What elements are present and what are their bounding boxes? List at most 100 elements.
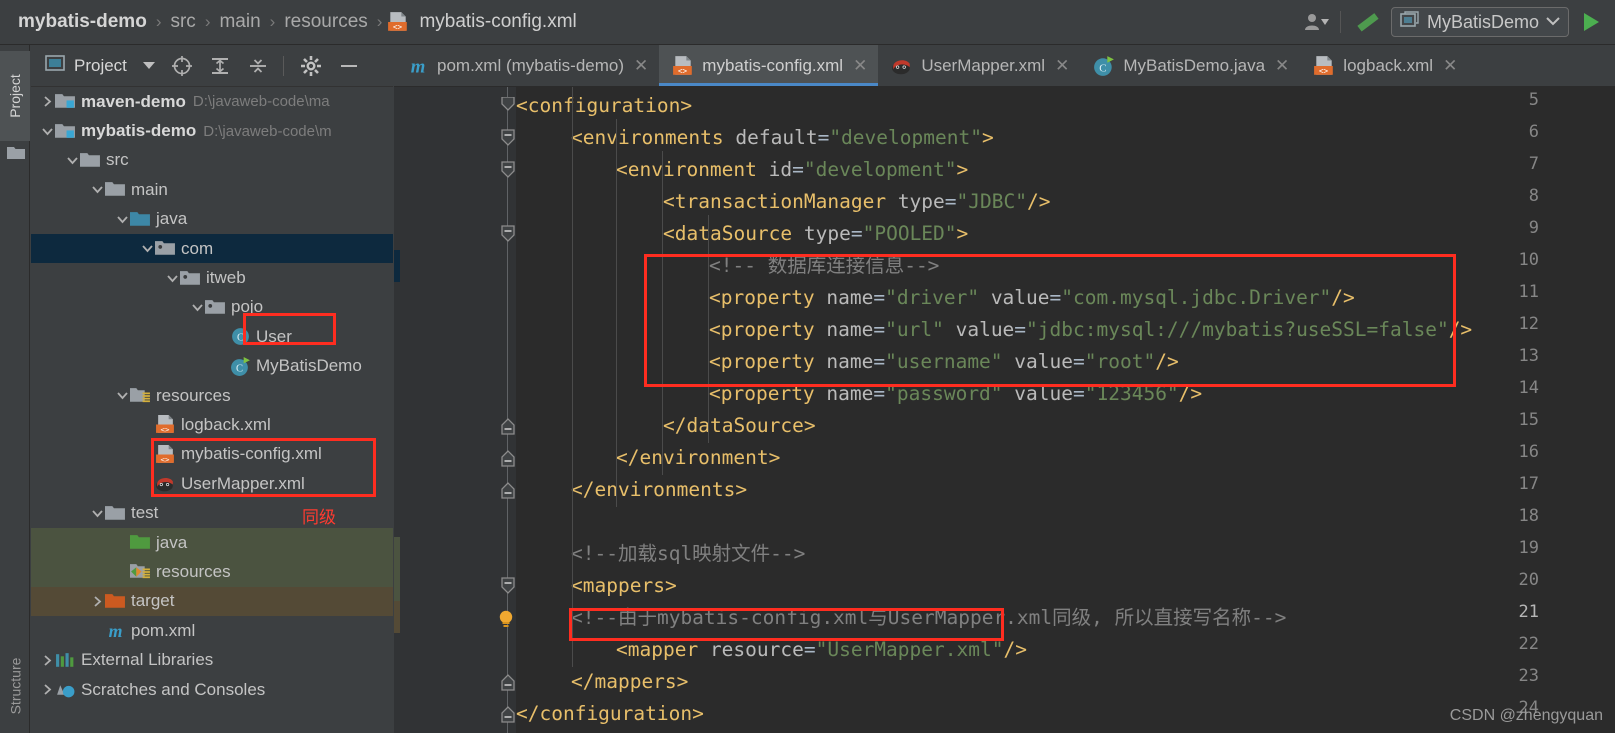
project-tree[interactable]: maven-demo D:\javaweb-code\ma mybatis-dem… [31, 87, 393, 733]
run-configuration-selector[interactable]: MyBatisDemo [1390, 7, 1569, 37]
chevron-down-icon[interactable] [89, 183, 105, 196]
external-libraries-icon [55, 651, 76, 670]
chevron-down-icon[interactable] [114, 213, 130, 226]
fold-expand-icon[interactable] [500, 449, 516, 467]
breadcrumb-label: src [170, 11, 196, 32]
build-hammer-icon[interactable] [1351, 9, 1381, 35]
editor-tab-bar[interactable]: m pom.xml (mybatis-demo) ✕ <> mybatis-confi… [394, 45, 1615, 87]
tree-item-scratches-and-consoles[interactable]: Scratches and Consoles [31, 675, 393, 704]
close-icon[interactable]: ✕ [1055, 57, 1069, 74]
code-token-cmt: <!--由于mybatis-config.xml与UserMapper.xml同… [571, 606, 1287, 629]
tree-item-mybatisdemo[interactable]: C MyBatisDemo [31, 352, 393, 381]
module-folder-icon [55, 92, 76, 111]
breadcrumb-item-main[interactable]: main [215, 11, 264, 33]
close-icon[interactable]: ✕ [1275, 57, 1289, 74]
chevron-down-icon[interactable] [164, 272, 180, 285]
tree-item-user[interactable]: C User [31, 322, 393, 351]
chevron-down-icon[interactable] [142, 62, 155, 69]
editor-tab-mybatisdemo-java[interactable]: C MyBatisDemo.java ✕ [1080, 45, 1300, 86]
editor-tab-mybatis-config-xml[interactable]: <> mybatis-config.xml ✕ [659, 45, 879, 86]
tree-item-external-libraries[interactable]: External Libraries [31, 645, 393, 674]
chevron-down-icon[interactable] [89, 507, 105, 520]
code-line-21: <!--由于mybatis-config.xml与UserMapper.xml同… [571, 602, 1286, 634]
fold-collapse-icon[interactable] [500, 129, 516, 146]
tree-item-resources[interactable]: resources [31, 557, 393, 587]
tree-item-label: main [131, 179, 168, 199]
tree-item-com[interactable]: com [31, 233, 393, 264]
tree-item-src[interactable]: src [31, 146, 393, 175]
tree-item-maven-demo[interactable]: maven-demo D:\javaweb-code\ma [31, 87, 393, 116]
chevron-down-icon[interactable] [64, 154, 80, 167]
breadcrumb-item-mybatis-demo[interactable]: mybatis-demo [14, 11, 151, 33]
breadcrumb-item-resources[interactable]: resources [280, 11, 371, 33]
user-account-icon[interactable] [1304, 11, 1330, 33]
fold-collapse-icon[interactable] [500, 161, 516, 178]
run-play-icon[interactable] [1579, 10, 1603, 34]
settings-gear-icon[interactable] [300, 55, 322, 77]
toolbar-divider [282, 55, 284, 76]
tree-item-usermapper-xml[interactable]: UserMapper.xml [31, 469, 393, 498]
fold-expand-icon[interactable] [500, 673, 516, 691]
breadcrumb-item-mybatis-config-xml[interactable]: <> mybatis-config.xml [387, 11, 580, 33]
svg-text:C: C [237, 333, 244, 344]
collapse-all-icon[interactable] [247, 55, 269, 77]
tree-item-pom-xml[interactable]: m pom.xml [31, 616, 393, 645]
hide-minimize-icon[interactable] [338, 55, 360, 77]
code-token-attr: value [990, 286, 1050, 309]
tree-item-pojo[interactable]: pojo [31, 293, 393, 322]
tree-item-logback-xml[interactable]: <> logback.xml [31, 410, 393, 439]
editor-gutter[interactable] [394, 87, 516, 733]
tree-item-resources[interactable]: resources [31, 381, 393, 410]
tree-item-target[interactable]: target [31, 586, 393, 617]
code-token-val: "UserMapper.xml" [815, 638, 1004, 661]
tree-item-main[interactable]: main [31, 175, 393, 204]
tree-item-mybatis-demo[interactable]: mybatis-demo D:\javaweb-code\m [31, 116, 393, 145]
tree-item-path: D:\javaweb-code\ma [192, 93, 330, 111]
tree-item-test[interactable]: test [31, 498, 393, 527]
tree-item-mybatis-config-xml[interactable]: <> mybatis-config.xml [31, 440, 393, 469]
fold-expand-icon[interactable] [500, 705, 516, 723]
fold-expand-icon[interactable] [500, 417, 516, 435]
tree-item-java[interactable]: java [31, 205, 393, 234]
expand-all-icon[interactable] [209, 55, 231, 77]
chevron-down-icon[interactable] [114, 389, 130, 402]
close-icon[interactable]: ✕ [634, 57, 648, 74]
tree-item-java[interactable]: java [31, 527, 393, 558]
tree-item-label: logback.xml [181, 414, 271, 434]
sidebar-tab-project[interactable]: Project [0, 51, 30, 141]
breadcrumb-item-src[interactable]: src [166, 11, 199, 33]
code-token-plain: = [803, 638, 816, 661]
code-token-punc: > [692, 702, 704, 725]
chevron-right-icon[interactable] [39, 683, 55, 696]
fold-end-icon[interactable] [500, 96, 516, 113]
java-class-icon: C [230, 327, 251, 346]
editor-tab-usermapper-xml[interactable]: UserMapper.xml ✕ [878, 45, 1080, 86]
code-line-7: <environment id="development"> [616, 154, 968, 186]
fold-collapse-icon[interactable] [500, 577, 516, 594]
sidebar-tab-structure[interactable]: Structure [0, 638, 30, 733]
fold-collapse-icon[interactable] [500, 225, 516, 242]
folder-icon[interactable] [7, 145, 25, 165]
locate-target-icon[interactable] [171, 55, 193, 77]
xml-file-icon: <> [1313, 55, 1335, 76]
chevron-down-icon[interactable] [189, 301, 205, 314]
editor-tab-pom-xml-mybatis-demo-[interactable]: m pom.xml (mybatis-demo) ✕ [394, 45, 659, 86]
intention-bulb-icon[interactable] [496, 609, 513, 627]
editor-tab-label: logback.xml [1343, 55, 1434, 75]
close-icon[interactable]: ✕ [1443, 57, 1457, 74]
chevron-right-icon[interactable] [39, 654, 55, 667]
chevron-down-icon[interactable] [39, 125, 55, 138]
editor-tab-logback-xml[interactable]: <> logback.xml ✕ [1300, 45, 1468, 86]
chevron-right-icon[interactable] [39, 95, 55, 108]
close-icon[interactable]: ✕ [853, 57, 867, 74]
editor-scroll-gutter[interactable] [1601, 87, 1615, 733]
tree-item-itweb[interactable]: itweb [31, 263, 393, 292]
toolbar-divider [1339, 11, 1341, 33]
fold-expand-icon[interactable] [500, 481, 516, 499]
code-line-16: </environment> [616, 442, 780, 474]
code-editor[interactable]: 5 6 7 89 10 11 12 13 14 15 16 17 18 19 20 [394, 87, 1615, 733]
chevron-right-icon[interactable] [89, 595, 105, 608]
code-token-tag: property [720, 286, 827, 309]
chevron-down-icon[interactable] [139, 242, 155, 255]
